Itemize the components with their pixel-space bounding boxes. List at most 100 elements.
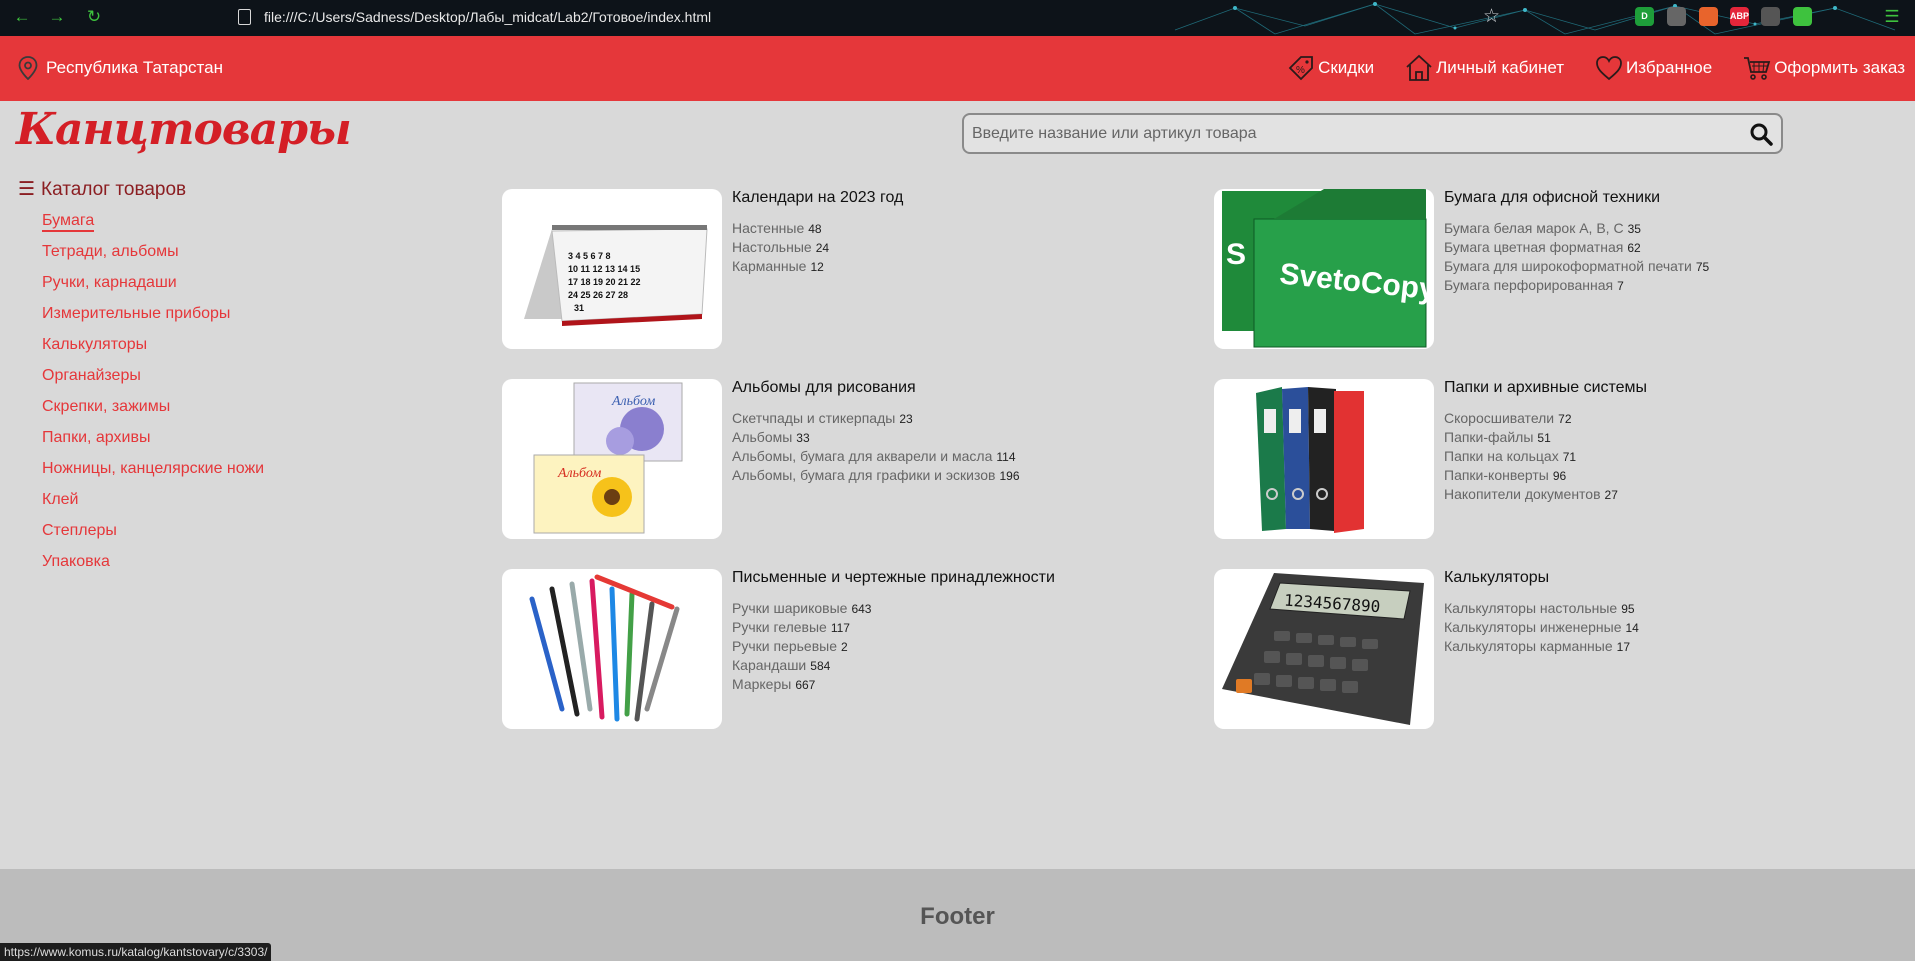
item-count: 62	[1627, 241, 1641, 255]
forward-arrow-icon[interactable]: →	[47, 7, 67, 27]
nav-favorites-label: Избранное	[1626, 58, 1713, 77]
catalog-link[interactable]: Измерительные приборы	[42, 305, 230, 322]
item-count: 14	[1625, 621, 1639, 635]
subcategory-link[interactable]: Калькуляторы настольные	[1444, 600, 1617, 616]
search-input[interactable]	[972, 115, 1732, 152]
svg-text:Альбом: Альбом	[557, 466, 601, 481]
catalog-link[interactable]: Тетради, альбомы	[42, 243, 179, 260]
item-count: 51	[1537, 431, 1551, 445]
catalog-link[interactable]: Упаковка	[42, 553, 110, 570]
subcategory-link[interactable]: Скетчпады и стикерпады	[732, 410, 895, 426]
catalog-item: Ручки, карнадаши	[42, 274, 264, 305]
catalog-item: Клей	[42, 491, 264, 522]
catalog-link[interactable]: Ручки, карнадаши	[42, 274, 177, 291]
item-count: 584	[810, 659, 831, 673]
nav-checkout[interactable]: Оформить заказ	[1742, 53, 1905, 83]
subcategory-link[interactable]: Калькуляторы карманные	[1444, 638, 1613, 654]
category-title[interactable]: Калькуляторы	[1444, 569, 1549, 587]
reload-icon[interactable]: ↻	[84, 7, 104, 27]
subcategory-link[interactable]: Бумага белая марок A, B, C	[1444, 220, 1624, 236]
category-title[interactable]: Бумага для офисной техники	[1444, 189, 1660, 207]
category-title[interactable]: Папки и архивные системы	[1444, 379, 1647, 397]
catalog-link[interactable]: Клей	[42, 491, 79, 508]
subcategory-link[interactable]: Калькуляторы инженерные	[1444, 619, 1622, 635]
subcategory-link[interactable]: Настенные	[732, 220, 804, 236]
category-title[interactable]: Календари на 2023 год	[732, 189, 903, 207]
catalog-link[interactable]: Степлеры	[42, 522, 117, 539]
catalog-link[interactable]: Бумага	[42, 212, 95, 232]
list-item: Накопители документов 27	[1444, 486, 1618, 505]
subcategory-link[interactable]: Карманные	[732, 258, 806, 274]
sketchbook-image[interactable]: Альбом Альбом	[502, 379, 722, 539]
subcategory-link[interactable]: Папки-конверты	[1444, 467, 1549, 483]
category-title[interactable]: Альбомы для рисования	[732, 379, 916, 397]
nav-favorites[interactable]: Избранное	[1594, 53, 1712, 83]
subcategory-link[interactable]: Накопители документов	[1444, 486, 1601, 502]
svg-text:31: 31	[574, 303, 584, 313]
footer-label: Footer	[920, 903, 995, 930]
nav-account[interactable]: Личный кабинет	[1404, 53, 1564, 83]
subcategory-link[interactable]: Бумага перфорированная	[1444, 277, 1613, 293]
address-bar[interactable]: file:///C:/Users/Sadness/Desktop/Лабы_mi…	[264, 9, 711, 25]
bookmark-star-icon[interactable]: ☆	[1483, 5, 1500, 28]
svg-text:S: S	[1226, 238, 1246, 271]
subcategory-link[interactable]: Ручки перьевые	[732, 638, 837, 654]
item-count: 117	[830, 621, 850, 635]
catalog-link[interactable]: Папки, архивы	[42, 429, 150, 446]
subcategory-link[interactable]: Ручки шариковые	[732, 600, 847, 616]
subcategory-link[interactable]: Маркеры	[732, 676, 791, 692]
subcategory-link[interactable]: Карандаши	[732, 657, 806, 673]
subcategory-link[interactable]: Ручки гелевые	[732, 619, 827, 635]
subcategory-list: Настенные 48 Настольные 24 Карманные 12	[732, 220, 829, 277]
item-count: 23	[899, 412, 913, 426]
item-count: 114	[996, 450, 1016, 464]
catalog-toggle[interactable]: ☰ Каталог товаров	[18, 178, 186, 201]
item-count: 75	[1695, 260, 1710, 274]
subcategory-link[interactable]: Альбомы, бумага для акварели и масла	[732, 448, 992, 464]
nav-checkout-label: Оформить заказ	[1774, 58, 1905, 77]
subcategory-link[interactable]: Папки на кольцах	[1444, 448, 1559, 464]
svg-text:24 25 26 27 28: 24 25 26 27 28	[568, 290, 628, 300]
site-logo[interactable]: Канцтовары	[16, 103, 352, 157]
catalog-link[interactable]: Органайзеры	[42, 367, 141, 384]
subcategory-link[interactable]: Бумага цветная форматная	[1444, 239, 1623, 255]
subcategory-link[interactable]: Бумага для широкоформатной печати	[1444, 258, 1692, 274]
browser-extension-icon[interactable]: ABP	[1730, 7, 1749, 26]
paper-ream-image[interactable]: SvetoCopy S	[1214, 189, 1434, 349]
browser-extension-icon[interactable]	[1667, 7, 1686, 26]
list-item: Скетчпады и стикерпады 23	[732, 410, 1020, 429]
nav-discounts[interactable]: % Скидки	[1286, 53, 1374, 83]
item-count: 17	[1616, 640, 1630, 654]
catalog-link[interactable]: Калькуляторы	[42, 336, 147, 353]
calendar-image[interactable]: 3 4 5 6 7 8 10 11 12 13 14 15 17 18 19 20…	[502, 189, 722, 349]
item-count: 95	[1621, 602, 1635, 616]
search-box	[962, 113, 1783, 154]
region-selector[interactable]: Республика Татарстан	[18, 56, 223, 80]
menu-icon[interactable]: ☰	[1882, 7, 1902, 27]
svg-text:10 11 12 13 14 15: 10 11 12 13 14 15	[568, 264, 640, 274]
subcategory-link[interactable]: Скоросшиватели	[1444, 410, 1554, 426]
category-title[interactable]: Письменные и чертежные принадлежности	[732, 569, 1055, 587]
binders-image[interactable]	[1214, 379, 1434, 539]
browser-extension-icon[interactable]	[1793, 7, 1812, 26]
list-item: Альбомы 33	[732, 429, 1020, 448]
list-item: Калькуляторы карманные 17	[1444, 638, 1639, 657]
catalog-link[interactable]: Скрепки, зажимы	[42, 398, 170, 415]
browser-extension-icon[interactable]	[1699, 7, 1718, 26]
list-item: Ручки гелевые 117	[732, 619, 871, 638]
subcategory-link[interactable]: Альбомы, бумага для графики и эскизов	[732, 467, 995, 483]
calculator-image[interactable]: 1234567890	[1214, 569, 1434, 729]
catalog-link[interactable]: Ножницы, канцелярские ножи	[42, 460, 264, 477]
subcategory-link[interactable]: Папки-файлы	[1444, 429, 1533, 445]
pens-image[interactable]	[502, 569, 722, 729]
svg-text:17 18 19 20 21 22: 17 18 19 20 21 22	[568, 277, 641, 287]
browser-extension-icon[interactable]	[1761, 7, 1780, 26]
browser-extension-icon[interactable]: D	[1635, 7, 1654, 26]
search-icon[interactable]	[1749, 122, 1773, 146]
subcategory-list: Скетчпады и стикерпады 23 Альбомы 33 Альбо…	[732, 410, 1020, 486]
back-arrow-icon[interactable]: ←	[12, 7, 32, 27]
subcategory-link[interactable]: Настольные	[732, 239, 812, 255]
subcategory-link[interactable]: Альбомы	[732, 429, 792, 445]
category-card-sketchbooks: Альбом Альбом Альбомы для рисования Скет…	[502, 379, 1202, 541]
list-item: Папки-файлы 51	[1444, 429, 1618, 448]
